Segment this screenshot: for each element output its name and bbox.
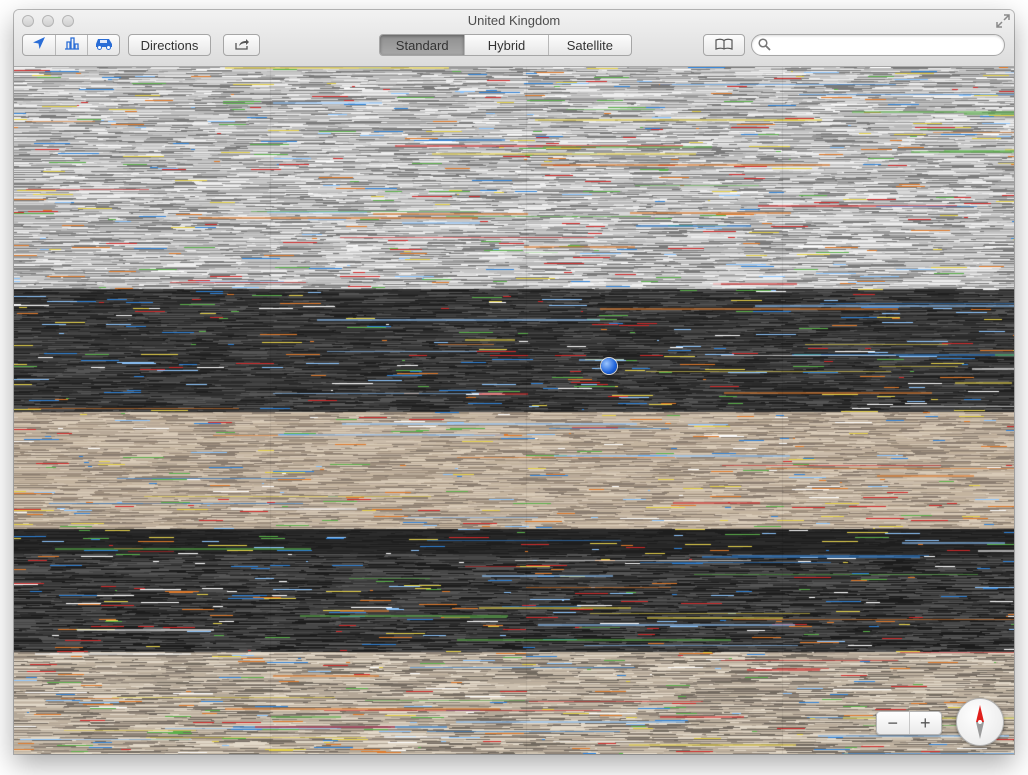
map-mode-control: Standard Hybrid Satellite [379, 34, 632, 56]
compass-button[interactable] [956, 698, 1004, 746]
magnifier-icon [758, 38, 771, 56]
car-icon [94, 36, 114, 55]
share-icon [234, 37, 250, 54]
tab-standard[interactable]: Standard [380, 35, 465, 55]
book-icon [715, 38, 733, 53]
zoom-out-button[interactable]: − [877, 712, 909, 734]
location-arrow-icon [32, 36, 46, 55]
maps-window: United Kingdom Directions Standard Hybri… [14, 10, 1014, 754]
window-title: United Kingdom [467, 13, 561, 28]
fullscreen-icon[interactable] [996, 14, 1010, 28]
map-canvas[interactable]: − + [14, 67, 1014, 754]
view-options-group [22, 34, 120, 56]
share-button[interactable] [223, 34, 260, 56]
map-tiles [14, 67, 1014, 754]
current-location-button[interactable] [23, 35, 55, 55]
zoom-in-button[interactable]: + [908, 712, 942, 734]
search-input[interactable] [774, 36, 998, 56]
traffic-button[interactable] [87, 35, 119, 55]
directions-button[interactable]: Directions [128, 34, 211, 56]
tab-satellite[interactable]: Satellite [547, 35, 631, 55]
current-location-marker[interactable] [601, 358, 617, 374]
zoom-control: − + [876, 711, 942, 735]
title-bar: United Kingdom Directions Standard Hybri… [14, 10, 1014, 67]
3d-view-button[interactable] [55, 35, 87, 55]
3d-buildings-icon [63, 36, 81, 55]
bookmarks-button[interactable] [703, 34, 745, 56]
compass-icon [957, 705, 1003, 749]
search-field[interactable] [751, 34, 1005, 56]
tab-hybrid[interactable]: Hybrid [464, 35, 547, 55]
